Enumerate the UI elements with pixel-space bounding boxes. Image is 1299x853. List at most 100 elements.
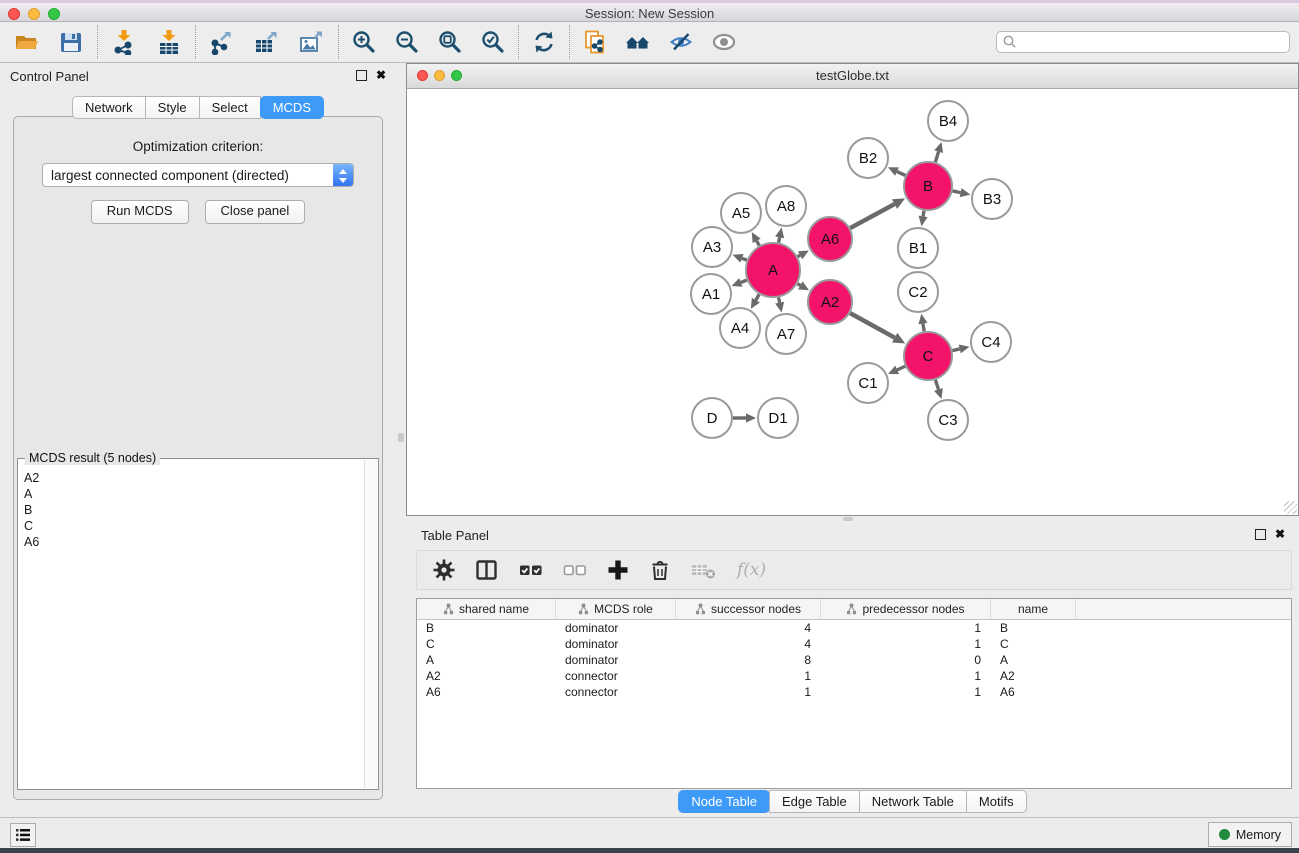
cell-predecessor-nodes[interactable]: 1 — [821, 636, 991, 652]
cell-mcds-role[interactable]: dominator — [556, 652, 676, 668]
result-item-a2[interactable]: A2 — [24, 470, 364, 486]
save-session-icon[interactable] — [58, 29, 84, 55]
tab-select[interactable]: Select — [199, 96, 261, 119]
column-header-predecessor-nodes[interactable]: predecessor nodes — [821, 599, 991, 619]
cell-shared-name[interactable]: A6 — [417, 684, 556, 700]
column-header-name[interactable]: name — [991, 599, 1076, 619]
result-item-a[interactable]: A — [24, 486, 364, 502]
cell-successor-nodes[interactable]: 8 — [676, 652, 821, 668]
table-row-a2[interactable]: A2connector11A2 — [417, 668, 1291, 684]
cell-successor-nodes[interactable]: 4 — [676, 636, 821, 652]
edge-A2-C[interactable] — [850, 313, 895, 338]
edge-A-A1[interactable] — [741, 280, 747, 282]
export-image-icon[interactable] — [299, 29, 325, 55]
add-column-icon[interactable] — [607, 559, 629, 581]
export-network-icon[interactable] — [209, 29, 235, 55]
column-header-successor-nodes[interactable]: successor nodes — [676, 599, 821, 619]
close-panel-button[interactable]: Close panel — [205, 200, 306, 224]
edge-B-B2[interactable] — [897, 172, 905, 176]
edge-B-B3[interactable] — [952, 191, 960, 193]
export-table-icon[interactable] — [254, 29, 280, 55]
cell-name[interactable]: A — [991, 652, 1076, 668]
memory-button[interactable]: Memory — [1208, 822, 1292, 847]
edge-A-A3[interactable] — [742, 258, 747, 260]
cell-predecessor-nodes[interactable]: 1 — [821, 620, 991, 636]
tab-network[interactable]: Network — [72, 96, 146, 119]
edge-A-A5[interactable] — [757, 241, 760, 246]
tab-motifs[interactable]: Motifs — [966, 790, 1027, 813]
network-canvas[interactable]: B4B2BB3A5A8A6A3B1AC2A1A2A4A7C4CC1DD1C3 — [407, 89, 1298, 515]
cell-mcds-role[interactable]: dominator — [556, 620, 676, 636]
cell-predecessor-nodes[interactable]: 0 — [821, 652, 991, 668]
table-options-gear-icon[interactable] — [433, 559, 455, 581]
edge-A-A7[interactable] — [779, 297, 780, 302]
run-mcds-button[interactable]: Run MCDS — [91, 200, 189, 224]
cell-name[interactable]: A6 — [991, 684, 1076, 700]
first-neighbors-icon[interactable] — [625, 29, 651, 55]
cell-predecessor-nodes[interactable]: 1 — [821, 668, 991, 684]
edge-A-A2[interactable] — [797, 284, 800, 286]
cell-mcds-role[interactable]: dominator — [556, 636, 676, 652]
show-hide-details-icon[interactable] — [668, 29, 694, 55]
tab-edge-table[interactable]: Edge Table — [769, 790, 860, 813]
float-panel-icon[interactable] — [356, 70, 367, 81]
clone-network-icon[interactable] — [582, 29, 608, 55]
table-row-a6[interactable]: A6connector11A6 — [417, 684, 1291, 700]
cell-name[interactable]: A2 — [991, 668, 1076, 684]
cell-successor-nodes[interactable]: 4 — [676, 620, 821, 636]
column-header-mcds-role[interactable]: MCDS role — [556, 599, 676, 619]
result-item-a6[interactable]: A6 — [24, 534, 364, 550]
show-columns-icon[interactable] — [475, 559, 499, 581]
column-header-shared-name[interactable]: shared name — [417, 599, 556, 619]
table-row-a[interactable]: Adominator80A — [417, 652, 1291, 668]
zoom-fit-icon[interactable] — [437, 29, 463, 55]
edge-B-B1[interactable] — [923, 211, 924, 217]
tab-network-table[interactable]: Network Table — [859, 790, 967, 813]
close-panel-icon[interactable]: ✖ — [376, 69, 386, 81]
edge-A6-B[interactable] — [850, 204, 894, 228]
cell-predecessor-nodes[interactable]: 1 — [821, 684, 991, 700]
edge-A-A6[interactable] — [798, 255, 801, 256]
delete-column-trash-icon[interactable] — [649, 559, 671, 581]
table-row-c[interactable]: Cdominator41C — [417, 636, 1291, 652]
zoom-in-icon[interactable] — [351, 29, 377, 55]
edge-C-C2[interactable] — [923, 324, 924, 332]
result-item-b[interactable]: B — [24, 502, 364, 518]
task-history-button[interactable] — [10, 823, 36, 847]
edge-C-C3[interactable] — [935, 380, 938, 390]
apply-layout-icon[interactable] — [531, 29, 557, 55]
edge-A-A8[interactable] — [779, 237, 780, 242]
import-network-icon[interactable] — [111, 29, 137, 55]
edge-B-B4[interactable] — [935, 152, 938, 163]
table-row-b[interactable]: Bdominator41B — [417, 620, 1291, 636]
result-item-c[interactable]: C — [24, 518, 364, 534]
tab-style[interactable]: Style — [145, 96, 200, 119]
tab-mcds[interactable]: MCDS — [260, 96, 324, 119]
cell-name[interactable]: C — [991, 636, 1076, 652]
import-table-icon[interactable] — [156, 29, 182, 55]
close-table-panel-icon[interactable]: ✖ — [1275, 528, 1285, 540]
float-table-panel-icon[interactable] — [1255, 529, 1266, 540]
open-session-icon[interactable] — [13, 29, 39, 55]
criterion-dropdown[interactable]: largest connected component (directed) — [42, 163, 354, 187]
vertical-splitter[interactable] — [396, 63, 406, 817]
edge-A-A4[interactable] — [756, 294, 759, 300]
cell-shared-name[interactable]: A — [417, 652, 556, 668]
zoom-selected-icon[interactable] — [480, 29, 506, 55]
edge-C-C1[interactable] — [897, 366, 905, 370]
cell-successor-nodes[interactable]: 1 — [676, 668, 821, 684]
cell-shared-name[interactable]: C — [417, 636, 556, 652]
cell-mcds-role[interactable]: connector — [556, 668, 676, 684]
tab-node-table[interactable]: Node Table — [678, 790, 770, 813]
cell-successor-nodes[interactable]: 1 — [676, 684, 821, 700]
bird-eye-view-icon[interactable] — [711, 29, 737, 55]
select-all-checkboxes-icon[interactable] — [519, 559, 543, 581]
zoom-out-icon[interactable] — [394, 29, 420, 55]
deselect-all-checkboxes-icon[interactable] — [563, 559, 587, 581]
cell-name[interactable]: B — [991, 620, 1076, 636]
search-input[interactable] — [1018, 32, 1289, 52]
cell-mcds-role[interactable]: connector — [556, 684, 676, 700]
edge-C-C4[interactable] — [952, 349, 959, 351]
cell-shared-name[interactable]: B — [417, 620, 556, 636]
result-scrollbar[interactable] — [364, 460, 377, 788]
